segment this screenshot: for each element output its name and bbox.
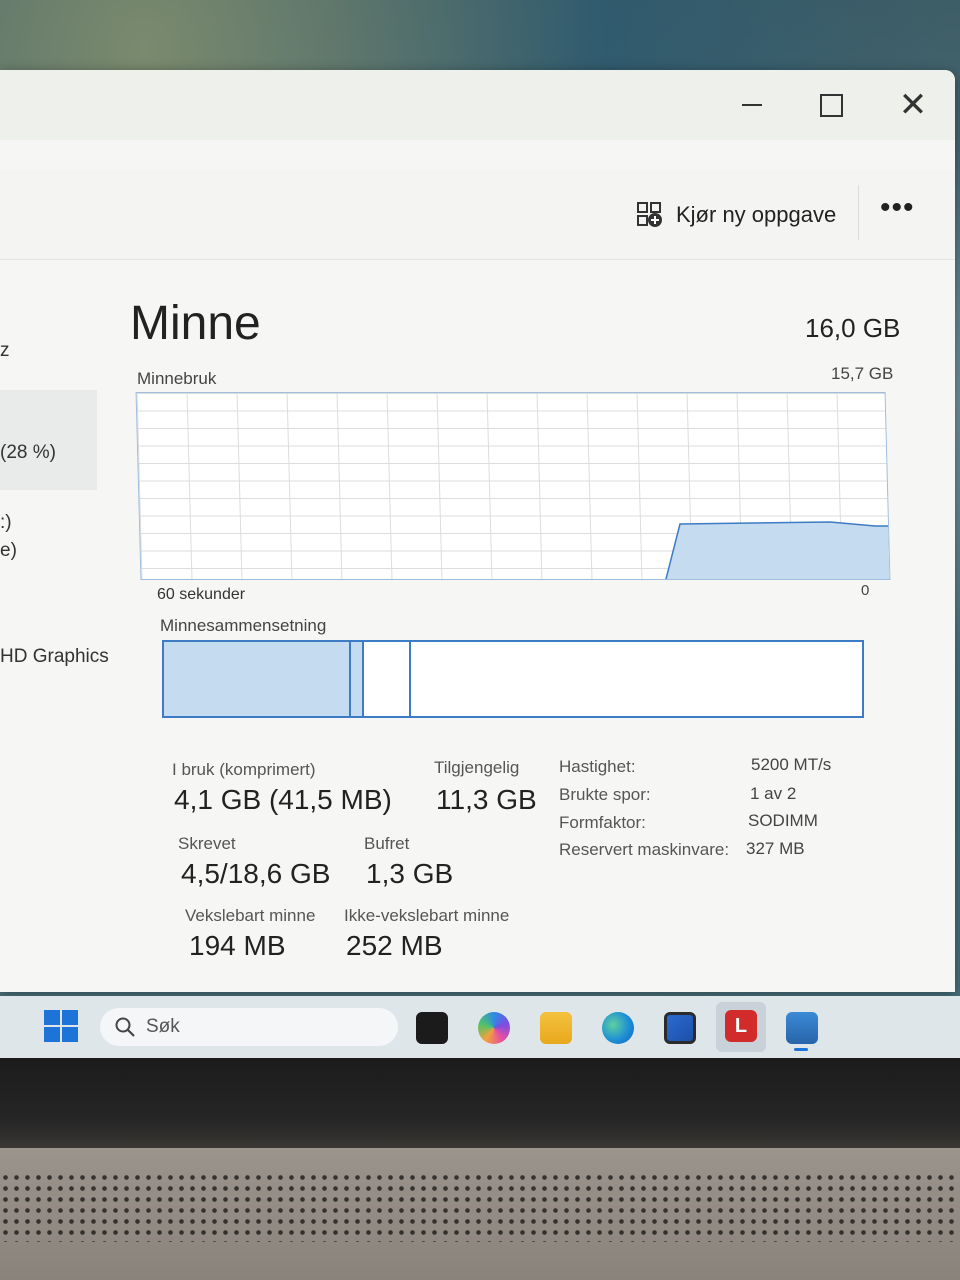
page-title: Minne <box>130 297 261 350</box>
new-task-icon <box>636 201 664 229</box>
toolbar: Kjør ny oppgave ••• <box>0 170 955 260</box>
composition-standby[interactable] <box>364 642 411 716</box>
graph-axis-right: 0 <box>861 582 870 599</box>
close-button[interactable]: ✕ <box>888 80 938 130</box>
memory-usage-graph <box>135 392 891 580</box>
speaker-grille <box>0 1172 960 1242</box>
task-view-icon[interactable] <box>416 1012 448 1044</box>
usage-area <box>664 521 891 580</box>
cached-label: Bufret <box>364 834 410 853</box>
sidebar: z (28 %) :) e) HD Graphics <box>0 260 115 992</box>
nonpaged-pool-value: 252 MB <box>346 930 443 961</box>
taskbar: Søk L <box>0 996 960 1058</box>
in-use-value: 4,1 GB (41,5 MB) <box>174 784 392 815</box>
sidebar-item-cpu[interactable]: z <box>0 340 10 362</box>
in-use-label: I bruk (komprimert) <box>172 760 316 779</box>
task-manager-window: ✕ Kjør ny oppgave ••• z (28 %) :) e) HD … <box>0 70 955 992</box>
laptop-bezel <box>0 1058 960 1148</box>
available-value: 11,3 GB <box>436 784 537 815</box>
slots-used-value: 1 av 2 <box>750 784 797 803</box>
nonpaged-pool-label: Ikke-vekslebart minne <box>344 906 510 925</box>
paged-pool-value: 194 MB <box>189 930 286 961</box>
start-button[interactable] <box>44 1010 78 1042</box>
composition-modified[interactable] <box>351 642 364 716</box>
slots-used-label: Brukte spor: <box>559 785 651 804</box>
minimize-button[interactable] <box>727 80 777 130</box>
form-factor-value: SODIMM <box>748 811 818 830</box>
search-placeholder: Søk <box>146 1016 180 1037</box>
graph-axis-left: 60 sekunder <box>157 586 246 603</box>
paged-pool-label: Vekslebart minne <box>185 906 316 925</box>
store-icon[interactable] <box>664 1012 696 1044</box>
copilot-icon[interactable] <box>478 1012 510 1044</box>
edge-icon[interactable] <box>602 1012 634 1044</box>
search-icon <box>115 1017 135 1037</box>
available-label: Tilgjengelig <box>434 758 520 777</box>
hardware-reserved-value: 327 MB <box>746 839 805 858</box>
more-options-button[interactable]: ••• <box>880 193 915 223</box>
toolbar-divider <box>858 185 859 240</box>
memory-composition-bar <box>162 640 864 718</box>
memory-graph-max: 15,7 GB <box>831 364 894 383</box>
composition-in-use[interactable] <box>164 642 351 716</box>
speed-value: 5200 MT/s <box>751 755 832 774</box>
total-memory: 16,0 GB <box>805 313 901 343</box>
file-explorer-icon[interactable] <box>540 1012 572 1044</box>
cached-value: 1,3 GB <box>366 858 454 889</box>
sidebar-item-memory[interactable]: (28 %) <box>0 442 56 464</box>
sidebar-item-disk[interactable]: :) <box>0 512 12 534</box>
run-new-task-label: Kjør ny oppgave <box>676 202 837 227</box>
speed-label: Hastighet: <box>559 757 636 776</box>
memory-usage-label: Minnebruk <box>137 369 217 388</box>
task-manager-taskbar-icon[interactable] <box>786 1012 818 1044</box>
form-factor-label: Formfaktor: <box>559 813 646 832</box>
running-indicator <box>794 1048 808 1051</box>
lenovo-app-icon[interactable]: L <box>725 1010 757 1042</box>
title-bar: ✕ <box>0 70 955 140</box>
sidebar-item-gpu[interactable]: HD Graphics <box>0 646 109 668</box>
taskbar-search[interactable]: Søk <box>100 1008 398 1046</box>
sidebar-item-memory-selected[interactable] <box>0 390 97 490</box>
committed-label: Skrevet <box>178 834 236 853</box>
hardware-reserved-label: Reservert maskinvare: <box>559 840 730 859</box>
run-new-task-button[interactable]: Kjør ny oppgave <box>636 198 836 232</box>
windows-logo-icon <box>44 1010 60 1025</box>
sidebar-item-disk-type: e) <box>0 540 17 561</box>
composition-free[interactable] <box>411 642 862 716</box>
committed-value: 4,5/18,6 GB <box>181 858 331 889</box>
memory-composition-label: Minnesammensetning <box>160 616 327 635</box>
maximize-button[interactable] <box>806 80 856 130</box>
